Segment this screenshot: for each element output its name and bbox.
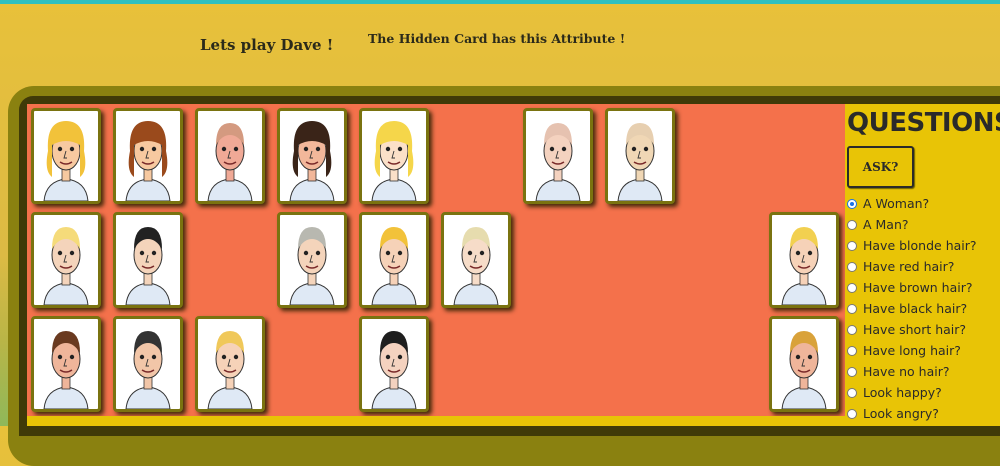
- question-option[interactable]: Have short hair?: [847, 319, 1000, 340]
- face-portrait-icon: [453, 227, 499, 305]
- face-portrait-icon: [43, 121, 89, 201]
- card-blonde-man-stubble[interactable]: [31, 212, 101, 308]
- question-option-label: Look happy?: [863, 385, 942, 400]
- question-options-list: A Woman? A Man? Have blonde hair? Have red …: [847, 193, 1000, 424]
- hidden-card-attribute-text: The Hidden Card has this Attribute !: [368, 31, 626, 46]
- card-black-hair-man-sunglasses[interactable]: [113, 212, 183, 308]
- radio-button-icon[interactable]: [847, 366, 857, 377]
- question-option[interactable]: Look angry?: [847, 403, 1000, 424]
- card-brown-hair-man-grin[interactable]: [31, 316, 101, 412]
- card-black-hair-woman[interactable]: [277, 108, 347, 204]
- question-option[interactable]: A Man?: [847, 214, 1000, 235]
- face-portrait-icon: [125, 227, 171, 305]
- radio-button-icon[interactable]: [847, 345, 857, 356]
- question-option-label: Have blonde hair?: [863, 238, 977, 253]
- question-option-label: Look angry?: [863, 406, 939, 421]
- card-blonde-man-angry[interactable]: [769, 316, 839, 412]
- card-black-hair-man-blue-shirt[interactable]: [113, 316, 183, 412]
- face-portrait-icon: [781, 331, 827, 409]
- radio-button-icon[interactable]: [847, 261, 857, 272]
- question-option[interactable]: Have brown hair?: [847, 277, 1000, 298]
- radio-button-icon[interactable]: [847, 240, 857, 251]
- card-board: [27, 104, 845, 416]
- face-portrait-icon: [43, 331, 89, 409]
- question-option[interactable]: Have black hair?: [847, 298, 1000, 319]
- radio-button-icon[interactable]: [847, 324, 857, 335]
- face-portrait-icon: [781, 227, 827, 305]
- question-option[interactable]: Have blonde hair?: [847, 235, 1000, 256]
- card-blonde-man-smiling[interactable]: [359, 212, 429, 308]
- card-blonde-man-worried[interactable]: [195, 316, 265, 412]
- question-option-label: Have short hair?: [863, 322, 967, 337]
- question-option-label: Have black hair?: [863, 301, 968, 316]
- card-brown-hair-woman-glasses[interactable]: [113, 108, 183, 204]
- face-portrait-icon: [371, 227, 417, 305]
- card-blonde-man-laughing[interactable]: [769, 212, 839, 308]
- questions-panel: QUESTIONS ASK? A Woman? A Man? Have blonde…: [845, 104, 1000, 426]
- face-portrait-icon: [207, 331, 253, 409]
- card-grey-hair-man-glasses[interactable]: [277, 212, 347, 308]
- question-option-label: A Woman?: [863, 196, 930, 211]
- radio-button-icon[interactable]: [847, 387, 857, 398]
- card-blonde-woman-laughing[interactable]: [359, 108, 429, 204]
- face-portrait-icon: [289, 121, 335, 201]
- radio-button-icon[interactable]: [847, 282, 857, 293]
- card-blonde-woman-angry[interactable]: [31, 108, 101, 204]
- question-option[interactable]: Have long hair?: [847, 340, 1000, 361]
- question-option-label: Have long hair?: [863, 343, 961, 358]
- question-option-label: A Man?: [863, 217, 909, 232]
- radio-button-icon[interactable]: [847, 219, 857, 230]
- face-portrait-icon: [125, 121, 171, 201]
- card-bald-man-angry[interactable]: [195, 108, 265, 204]
- question-option-label: Have red hair?: [863, 259, 955, 274]
- top-accent-bar: [0, 0, 1000, 4]
- face-portrait-icon: [125, 331, 171, 409]
- card-bald-old-man[interactable]: [523, 108, 593, 204]
- face-portrait-icon: [371, 121, 417, 201]
- face-portrait-icon: [617, 123, 663, 201]
- question-option[interactable]: A Woman?: [847, 193, 1000, 214]
- face-portrait-icon: [207, 123, 253, 201]
- face-portrait-icon: [371, 331, 417, 409]
- board-bottom-strip: [27, 416, 845, 426]
- card-bald-fat-man[interactable]: [605, 108, 675, 204]
- radio-button-icon[interactable]: [847, 303, 857, 314]
- card-black-hair-man-smirk[interactable]: [359, 316, 429, 412]
- game-title: Lets play Dave !: [200, 36, 334, 54]
- face-portrait-icon: [289, 227, 335, 305]
- question-option-label: Have brown hair?: [863, 280, 973, 295]
- face-portrait-icon: [43, 227, 89, 305]
- question-option[interactable]: Look happy?: [847, 382, 1000, 403]
- radio-button-icon[interactable]: [847, 408, 857, 419]
- questions-title: QUESTIONS: [847, 108, 1000, 138]
- radio-button-icon[interactable]: [847, 198, 857, 209]
- ask-button[interactable]: ASK?: [847, 146, 914, 188]
- face-portrait-icon: [535, 123, 581, 201]
- question-option[interactable]: Have red hair?: [847, 256, 1000, 277]
- question-option[interactable]: Have no hair?: [847, 361, 1000, 382]
- card-blonde-man-glasses[interactable]: [441, 212, 511, 308]
- question-option-label: Have no hair?: [863, 364, 950, 379]
